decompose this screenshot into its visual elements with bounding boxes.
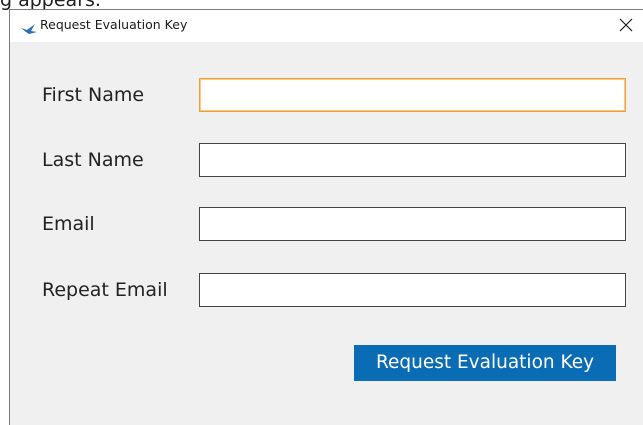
last-name-input[interactable] (199, 143, 626, 177)
title-bar: Request Evaluation Key (10, 10, 643, 42)
close-icon (619, 17, 633, 36)
email-label: Email (42, 213, 95, 235)
first-name-input[interactable] (199, 78, 626, 112)
bird-logo-icon (20, 20, 38, 34)
repeat-email-input[interactable] (199, 273, 626, 307)
window-title: Request Evaluation Key (40, 17, 188, 32)
background-caption: g appears. (0, 0, 101, 11)
close-button[interactable] (609, 10, 643, 42)
request-evaluation-key-dialog: Request Evaluation Key First Name Last N… (9, 9, 643, 425)
request-evaluation-key-button[interactable]: Request Evaluation Key (354, 345, 616, 381)
last-name-label: Last Name (42, 149, 144, 171)
repeat-email-label: Repeat Email (42, 279, 168, 301)
first-name-label: First Name (42, 84, 145, 106)
email-input[interactable] (199, 207, 626, 241)
